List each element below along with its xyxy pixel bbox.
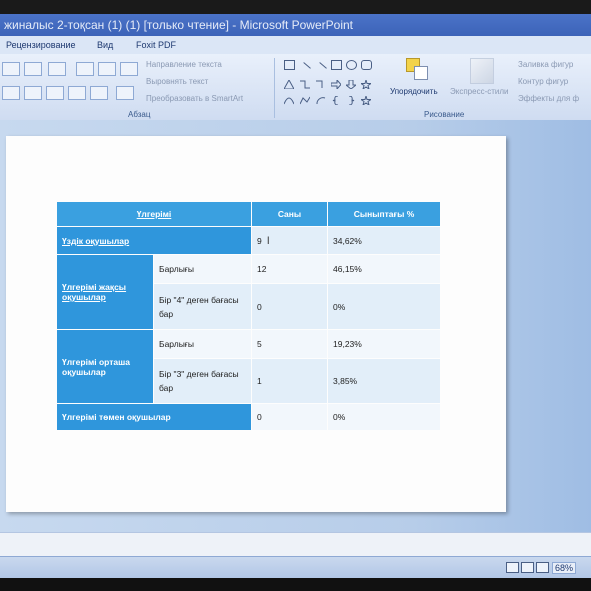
brace-right-shape-icon[interactable] [346,92,355,106]
row-good-total-count: 12 [252,255,327,283]
row-good-one4-label: Бір "4" деген бағасы бар [154,284,251,329]
numbering-icon[interactable] [48,62,66,76]
notes-pane[interactable] [0,532,591,557]
rounded-rect-shape-icon[interactable] [361,60,372,70]
row-low-label: Үлгерімі төмен оқушылар [57,404,251,430]
shape-fill-button[interactable]: Заливка фигур [518,60,573,69]
row-excellent-percent: 34,62% [328,227,440,254]
arrow-down-shape-icon[interactable] [344,76,358,90]
quick-styles-icon[interactable] [470,58,494,84]
header-performance: Үлгерімі [57,202,251,226]
ribbon-separator [274,58,275,118]
row-excellent-count: 9 Ι [252,227,327,254]
ribbon: Направление текста Выровнять текст Преоб… [0,54,591,121]
connector-shape-icon[interactable] [300,76,310,89]
screen-bezel-bottom [0,578,591,591]
slide[interactable]: Үлгерімі Саны Сыныптағы % Үздік оқушылар… [6,136,506,512]
row-good-one4-count: 0 [252,284,327,329]
menu-review[interactable]: Рецензирование [6,40,76,50]
zoom-level[interactable]: 68% [552,562,577,574]
menu-foxit-pdf[interactable]: Foxit PDF [136,40,176,50]
line-shape-icon[interactable] [298,62,311,75]
row-good-total-percent: 46,15% [328,255,440,283]
arrange-icon[interactable] [406,58,428,82]
normal-view-icon[interactable] [506,562,519,573]
row-average-total-label: Барлығы [154,330,251,358]
text-dir-icon[interactable] [2,86,20,100]
textbox-shape-icon[interactable] [284,60,295,70]
decrease-indent-icon[interactable] [76,62,94,76]
justify-icon[interactable] [90,86,108,100]
shape-outline-button[interactable]: Контур фигур [518,77,568,86]
align-center-icon[interactable] [46,86,64,100]
text-cursor-icon: Ι [266,234,270,247]
freeform-shape-icon[interactable] [299,92,311,105]
row-average-label: Үлгерімі орташа оқушылар [57,330,153,403]
row-average-one3-label: Бір "3" деген бағасы бар [154,359,251,403]
row-excellent-label: Үздік оқушылар [57,227,251,254]
row-excellent-count-value: 9 [257,235,262,246]
row-good-total-label: Барлығы [154,255,251,283]
columns-icon[interactable] [116,86,134,100]
slide-sorter-icon[interactable] [521,562,534,573]
header-percent: Сыныптағы % [328,202,440,226]
menu-bar: Рецензирование Вид Foxit PDF [0,36,591,54]
row-low-count: 0 [252,404,327,430]
express-styles-button[interactable]: Экспресс-стили [450,87,509,96]
convert-smartart-button[interactable]: Преобразовать в SmartArt [146,94,243,103]
paragraph-group-label: Абзац [128,110,151,119]
star-shape-icon[interactable] [359,76,373,91]
arrow-right-shape-icon[interactable] [330,76,342,91]
menu-view[interactable]: Вид [97,40,113,50]
arc-shape-icon[interactable] [316,92,326,105]
oval-shape-icon[interactable] [346,60,357,70]
line-spacing-icon[interactable] [120,62,138,76]
shape-effects-button[interactable]: Эффекты для ф [518,94,579,103]
drawing-group-label: Рисование [424,110,465,119]
increase-indent-icon[interactable] [98,62,116,76]
elbow-shape-icon[interactable] [316,76,325,88]
triangle-shape-icon[interactable] [283,76,295,92]
header-count: Саны [252,202,327,226]
star-small-shape-icon[interactable] [359,92,373,107]
arrow-shape-icon[interactable] [314,62,327,75]
window-title: жиналыс 2-тоқсан (1) (1) [только чтение]… [0,14,591,36]
brace-left-shape-icon[interactable] [331,92,340,106]
row-good-label: Үлгерімі жақсы оқушылар [57,255,153,329]
row-low-percent: 0% [328,404,440,430]
curve-shape-icon[interactable] [283,92,295,105]
status-bar: 68% [0,556,591,579]
row-average-one3-percent: 3,85% [328,359,440,403]
row-good-one4-percent: 0% [328,284,440,329]
spacing-icon[interactable] [2,62,20,76]
bullets-icon[interactable] [24,62,42,76]
align-text-button[interactable]: Выровнять текст [146,77,208,86]
arrange-button[interactable]: Упорядочить [390,87,438,96]
row-average-total-count: 5 [252,330,327,358]
align-right-icon[interactable] [68,86,86,100]
rectangle-shape-icon[interactable] [331,60,342,70]
screen: жиналыс 2-тоқсан (1) (1) [только чтение]… [0,0,591,591]
align-left-icon[interactable] [24,86,42,100]
text-direction-button[interactable]: Направление текста [146,60,222,69]
slideshow-icon[interactable] [536,562,549,573]
row-average-total-percent: 19,23% [328,330,440,358]
row-average-one3-count: 1 [252,359,327,403]
